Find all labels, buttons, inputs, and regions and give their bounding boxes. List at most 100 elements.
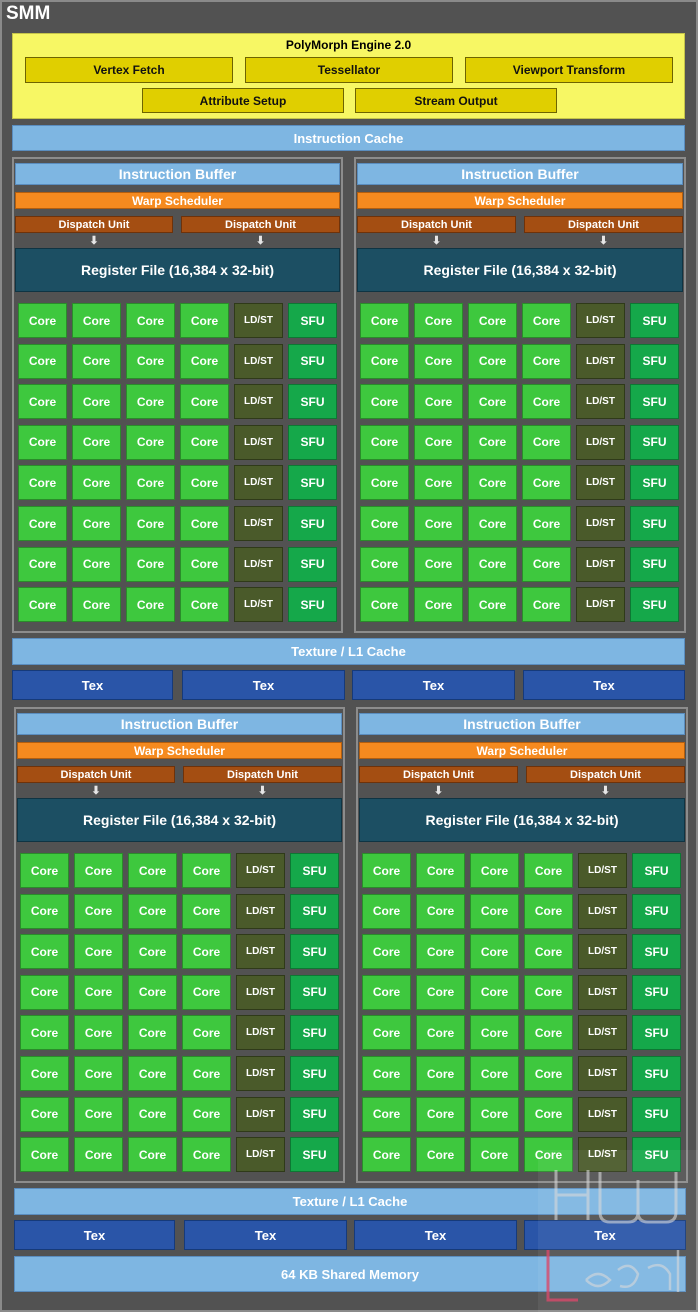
cuda-core: Core	[362, 934, 411, 970]
cuda-core: Core	[180, 546, 229, 582]
tex-unit: Tex	[523, 670, 685, 700]
cuda-core: Core	[18, 465, 67, 501]
ldst-unit: LD/ST	[236, 1056, 285, 1091]
cuda-core: Core	[470, 893, 519, 929]
cuda-core: Core	[72, 384, 121, 420]
sfu-unit: SFU	[632, 1056, 681, 1091]
tex-unit: Tex	[182, 670, 345, 700]
sfu-unit: SFU	[630, 303, 679, 338]
ldst-unit: LD/ST	[234, 465, 283, 501]
register-file: Register File (16,384 x 32-bit)	[15, 248, 340, 292]
sfu-unit: SFU	[632, 1015, 681, 1051]
cuda-core: Core	[360, 506, 409, 541]
cuda-core: Core	[74, 934, 123, 970]
ldst-unit: LD/ST	[234, 424, 283, 460]
sfu-unit: SFU	[290, 1096, 339, 1132]
cuda-core: Core	[362, 1096, 411, 1132]
cuda-core: Core	[18, 384, 67, 420]
sfu-unit: SFU	[288, 465, 337, 501]
cuda-core: Core	[524, 934, 573, 970]
tex-unit: Tex	[184, 1220, 347, 1250]
cuda-core: Core	[180, 465, 229, 501]
cuda-core: Core	[128, 974, 177, 1010]
sfu-unit: SFU	[288, 587, 337, 623]
cuda-core: Core	[468, 546, 517, 582]
cuda-core: Core	[74, 1137, 123, 1173]
cuda-core: Core	[416, 934, 465, 970]
sfu-unit: SFU	[290, 893, 339, 929]
down-arrow-icon: ⬇	[598, 234, 609, 247]
cuda-core: Core	[414, 343, 463, 379]
cuda-core: Core	[524, 853, 573, 888]
dispatch-unit: Dispatch Unit	[359, 766, 518, 783]
cuda-core: Core	[72, 506, 121, 541]
cuda-core: Core	[360, 343, 409, 379]
down-arrow-icon: ⬇	[255, 234, 266, 247]
cuda-core: Core	[128, 1056, 177, 1091]
down-arrow-icon: ⬇	[431, 234, 442, 247]
cuda-core: Core	[182, 974, 231, 1010]
tex-unit: Tex	[354, 1220, 517, 1250]
sfu-unit: SFU	[630, 587, 679, 623]
cuda-core: Core	[524, 1056, 573, 1091]
instruction-buffer: Instruction Buffer	[359, 713, 685, 735]
cuda-core: Core	[522, 424, 571, 460]
watermark-logo	[538, 1150, 698, 1312]
ldst-unit: LD/ST	[576, 343, 625, 379]
ldst-unit: LD/ST	[576, 424, 625, 460]
sfu-unit: SFU	[288, 546, 337, 582]
cuda-core: Core	[522, 587, 571, 623]
cuda-core: Core	[74, 893, 123, 929]
cuda-core: Core	[126, 303, 175, 338]
texture-l1-cache-top: Texture / L1 Cache	[12, 638, 685, 665]
cuda-core: Core	[72, 587, 121, 623]
cuda-core: Core	[182, 1056, 231, 1091]
cuda-core: Core	[128, 1015, 177, 1051]
instruction-buffer: Instruction Buffer	[17, 713, 342, 735]
sfu-unit: SFU	[630, 343, 679, 379]
cuda-core: Core	[180, 303, 229, 338]
cuda-core: Core	[470, 853, 519, 888]
cuda-core: Core	[524, 1015, 573, 1051]
cuda-core: Core	[180, 384, 229, 420]
viewport-transform-unit: Viewport Transform	[465, 57, 673, 83]
sfu-unit: SFU	[288, 343, 337, 379]
cuda-core: Core	[414, 506, 463, 541]
cuda-core: Core	[72, 546, 121, 582]
cuda-core: Core	[128, 1137, 177, 1173]
cuda-core: Core	[414, 424, 463, 460]
instruction-cache: Instruction Cache	[12, 125, 685, 151]
cuda-core: Core	[468, 506, 517, 541]
cuda-core: Core	[182, 934, 231, 970]
tex-unit: Tex	[352, 670, 515, 700]
cuda-core: Core	[414, 546, 463, 582]
cuda-core: Core	[180, 424, 229, 460]
cuda-core: Core	[180, 587, 229, 623]
cuda-core: Core	[72, 343, 121, 379]
cuda-core: Core	[20, 893, 69, 929]
stream-output-unit: Stream Output	[355, 88, 557, 113]
warp-scheduler: Warp Scheduler	[359, 742, 685, 759]
tex-unit: Tex	[12, 670, 173, 700]
cuda-core: Core	[362, 853, 411, 888]
polymorph-engine: PolyMorph Engine 2.0 Vertex Fetch Tessel…	[12, 33, 685, 119]
cuda-core: Core	[128, 1096, 177, 1132]
sfu-unit: SFU	[632, 974, 681, 1010]
cuda-core: Core	[20, 853, 69, 888]
ldst-unit: LD/ST	[236, 1096, 285, 1132]
sfu-unit: SFU	[632, 934, 681, 970]
cuda-core: Core	[468, 343, 517, 379]
sfu-unit: SFU	[630, 424, 679, 460]
cuda-core: Core	[414, 465, 463, 501]
cuda-core: Core	[20, 1137, 69, 1173]
ldst-unit: LD/ST	[578, 1056, 627, 1091]
ldst-unit: LD/ST	[236, 1137, 285, 1173]
ldst-unit: LD/ST	[236, 853, 285, 888]
cuda-core: Core	[126, 587, 175, 623]
cuda-core: Core	[468, 587, 517, 623]
ldst-unit: LD/ST	[234, 587, 283, 623]
ldst-unit: LD/ST	[236, 974, 285, 1010]
cuda-core: Core	[470, 974, 519, 1010]
sfu-unit: SFU	[632, 893, 681, 929]
sfu-unit: SFU	[288, 384, 337, 420]
